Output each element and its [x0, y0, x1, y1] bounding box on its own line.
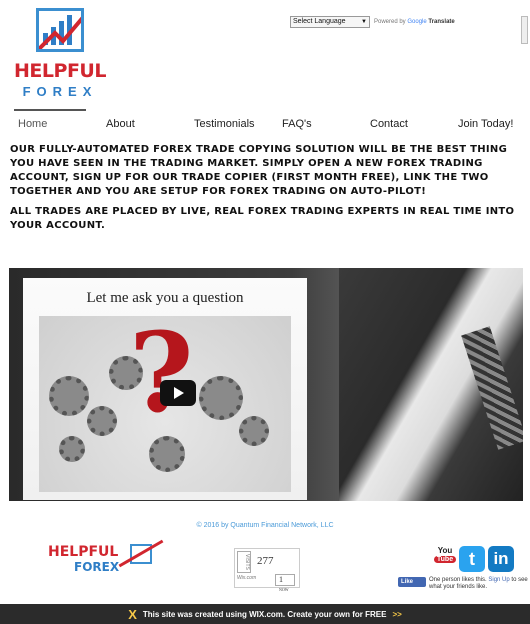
wix-banner-text: This site was created using WIX.com. Cre… — [142, 609, 387, 619]
video-slide: Let me ask you a question ? — [23, 278, 307, 500]
slide-title: Let me ask you a question — [86, 290, 244, 306]
scrollbar[interactable] — [521, 16, 528, 44]
nav-item-home[interactable]: Home — [18, 118, 47, 130]
facebook-like-button[interactable]: Like — [398, 577, 426, 587]
wix-banner[interactable]: X This site was created using WIX.com. C… — [0, 604, 530, 624]
youtube-icon-bottom: Tube — [434, 556, 456, 563]
footer-logo[interactable]: HELPFUL FOREX — [18, 539, 180, 578]
youtube-icon-top: You — [437, 546, 453, 555]
facebook-like-label: Like — [401, 579, 414, 585]
gear-icon — [59, 436, 85, 462]
fb-text-before: One person likes this. — [429, 577, 489, 583]
footer-logo-helpful: HELPFUL — [48, 544, 119, 560]
gear-icon — [199, 376, 243, 420]
gear-icon — [87, 406, 117, 436]
rising-chart-icon — [31, 13, 87, 57]
chart-logo-icon — [31, 8, 87, 57]
nav-item-contact[interactable]: Contact — [370, 118, 408, 130]
nav-item-join-today[interactable]: Join Today! — [458, 118, 513, 130]
wix-logo-icon: X — [128, 606, 137, 622]
counter-brand: Wix.com — [237, 575, 257, 581]
counter-label: VISITS — [237, 551, 251, 573]
chevron-down-icon: ▼ — [361, 19, 367, 25]
wix-banner-arrows: >> — [392, 609, 402, 619]
online-count: 1 NOW — [275, 574, 295, 592]
intro-paragraph-1: Our fully-automated forex trade copying … — [10, 144, 508, 197]
powered-by-label: Powered by Google Translate — [374, 19, 455, 25]
twitter-icon[interactable]: t — [459, 546, 485, 572]
copyright-text: © 2016 by Quantum Financial Network, LLC — [196, 522, 334, 529]
google-text: Google — [407, 19, 427, 25]
nav-item-testimonials[interactable]: Testimonials — [194, 118, 255, 130]
youtube-icon[interactable]: You Tube — [434, 546, 456, 572]
play-button[interactable] — [160, 380, 196, 406]
facebook-like-widget: Like One person likes this. Sign Up to s… — [398, 577, 528, 595]
language-select-label: Select Language — [293, 18, 346, 25]
linkedin-icon[interactable]: in — [488, 546, 514, 572]
site-logo[interactable]: HELPFUL FOREX — [10, 8, 110, 100]
nav-item-about[interactable]: About — [106, 118, 135, 130]
nav-item-faqs[interactable]: FAQ's — [282, 118, 312, 130]
main-nav: Home About Testimonials FAQ's Contact Jo… — [18, 118, 518, 132]
video-player[interactable]: Let me ask you a question ? — [9, 268, 523, 501]
footer-logo-forex: FOREX — [74, 560, 120, 574]
facebook-like-text: One person likes this. Sign Up to see wh… — [429, 577, 528, 595]
logo-text-helpful: HELPFUL — [14, 60, 106, 82]
online-count-value: 1 — [279, 575, 283, 584]
visitor-counter: VISITS 277 Wix.com 1 NOW — [234, 548, 300, 592]
fb-signup-link[interactable]: Sign Up — [488, 577, 509, 583]
online-count-label: NOW — [279, 587, 289, 592]
gear-icon — [49, 376, 89, 416]
translate-link[interactable]: Translate — [428, 19, 454, 25]
active-nav-indicator — [14, 109, 86, 111]
gear-icon — [149, 436, 185, 472]
question-mark-icon: ? — [129, 308, 194, 437]
intro-paragraph-2: All trades are placed by live, real fore… — [10, 206, 515, 231]
powered-by-text: Powered by — [374, 19, 406, 25]
social-links: You Tube t in — [434, 546, 514, 574]
gear-icon — [239, 416, 269, 446]
visit-count: 277 — [257, 555, 274, 567]
intro-text: Our fully-automated forex trade copying … — [10, 143, 522, 239]
logo-text-forex: FOREX — [22, 84, 98, 99]
google-translate-widget: Select Language ▼ Powered by Google Tran… — [290, 15, 455, 29]
language-select[interactable]: Select Language ▼ — [290, 16, 370, 28]
